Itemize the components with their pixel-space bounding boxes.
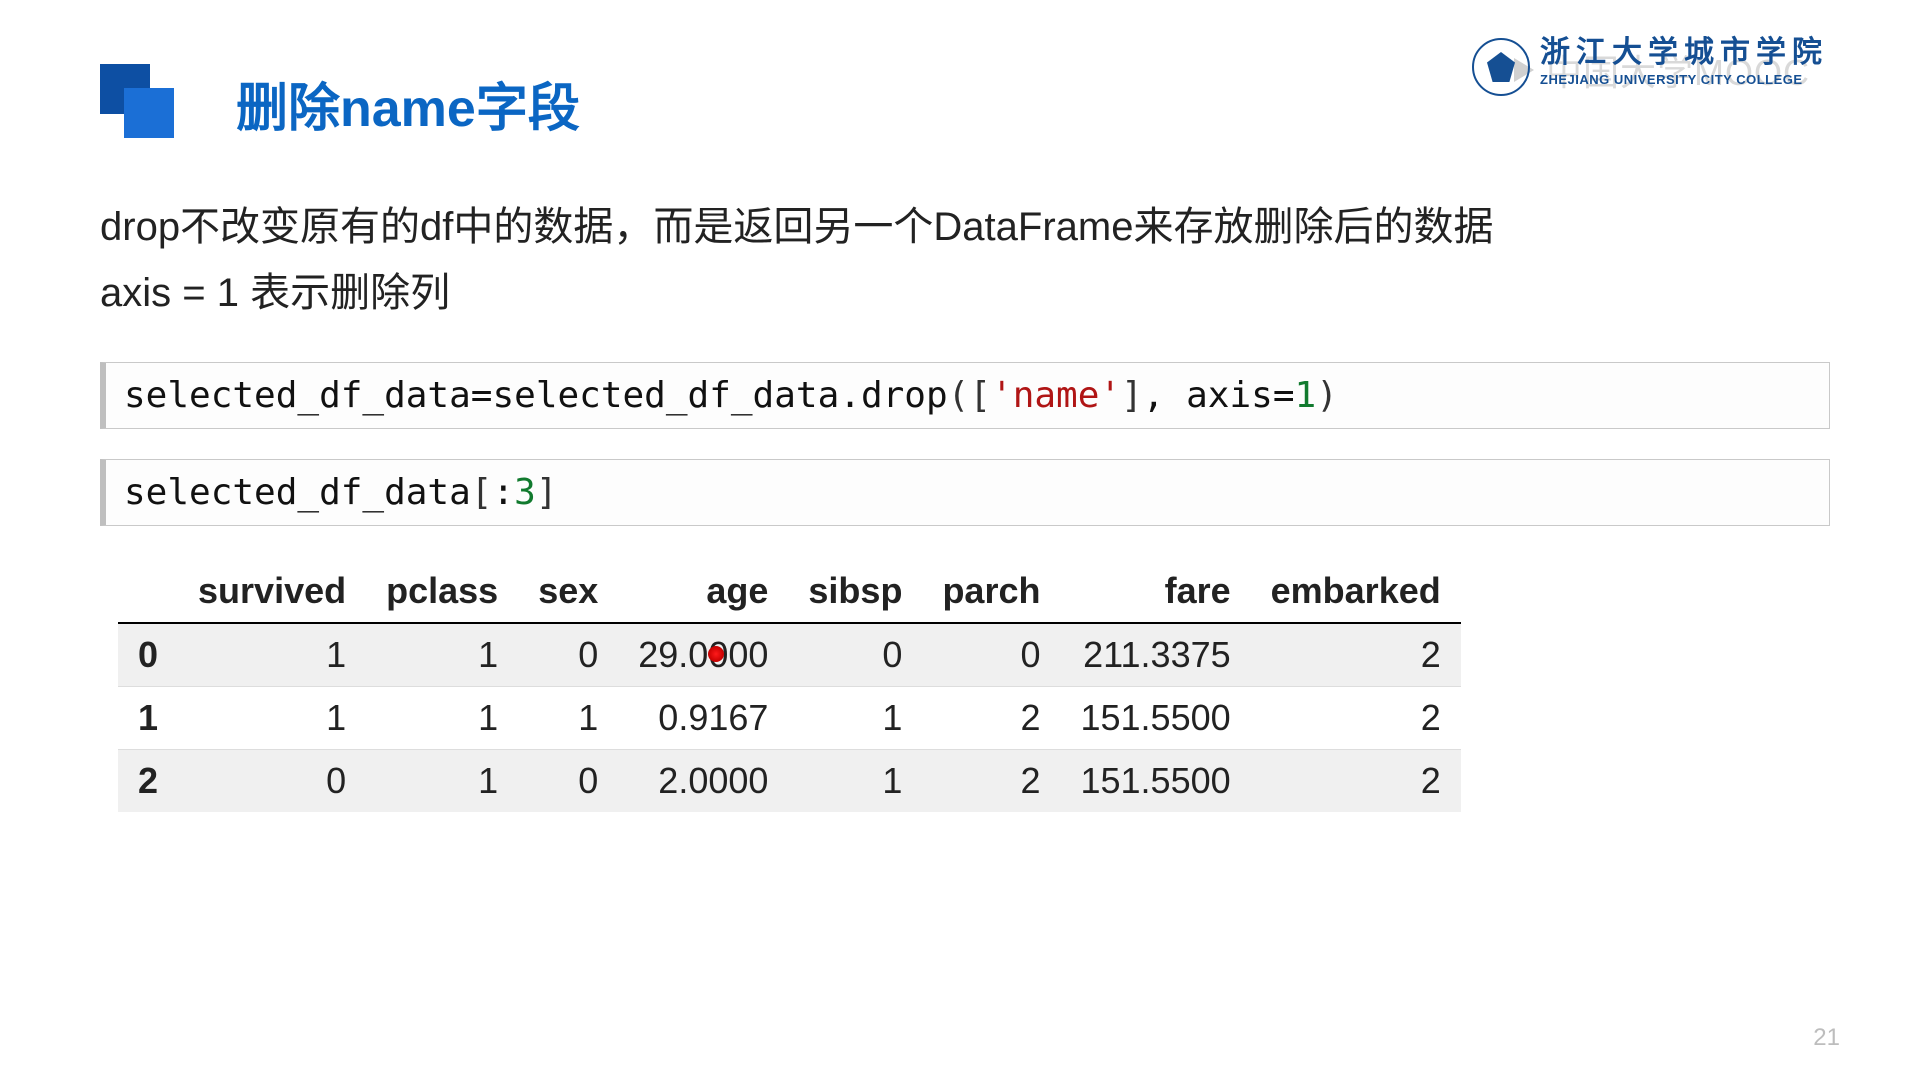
- page-number: 21: [1813, 1024, 1840, 1052]
- col-embarked: embarked: [1251, 560, 1461, 623]
- university-logo: 浙江大学城市学院 ZHEJIANG UNIVERSITY CITY COLLEG…: [1472, 38, 1828, 96]
- table-row: 0 1 1 0 29.0000 0 0 211.3375 2: [118, 623, 1461, 687]
- table-row: 1 1 1 1 0.9167 1 2 151.5500 2: [118, 687, 1461, 750]
- code-cell-2: selected_df_data[:3]: [100, 459, 1830, 526]
- body-line-2: axis = 1 表示删除列: [100, 260, 1830, 326]
- logo-seal-icon: [1472, 38, 1530, 96]
- logo-en-text: ZHEJIANG UNIVERSITY CITY COLLEGE: [1540, 72, 1828, 87]
- table-row: 2 0 1 0 2.0000 1 2 151.5500 2: [118, 750, 1461, 813]
- title-bullet-icon: [100, 64, 178, 142]
- col-index: [118, 560, 178, 623]
- dataframe-table: survived pclass sex age sibsp parch fare…: [118, 560, 1461, 812]
- slide-title: 删除name字段: [236, 66, 580, 141]
- body-line-1: drop不改变原有的df中的数据，而是返回另一个DataFrame来存放删除后的…: [100, 194, 1830, 260]
- col-age: age: [618, 560, 788, 623]
- col-sibsp: sibsp: [788, 560, 922, 623]
- col-parch: parch: [922, 560, 1060, 623]
- table-header-row: survived pclass sex age sibsp parch fare…: [118, 560, 1461, 623]
- col-pclass: pclass: [366, 560, 518, 623]
- code-cell-1: selected_df_data=selected_df_data.drop([…: [100, 362, 1830, 429]
- body-text: drop不改变原有的df中的数据，而是返回另一个DataFrame来存放删除后的…: [100, 194, 1830, 326]
- col-sex: sex: [518, 560, 618, 623]
- col-fare: fare: [1060, 560, 1250, 623]
- pointer-dot-icon: [708, 646, 724, 662]
- logo-cn-text: 浙江大学城市学院: [1540, 38, 1828, 68]
- col-survived: survived: [178, 560, 366, 623]
